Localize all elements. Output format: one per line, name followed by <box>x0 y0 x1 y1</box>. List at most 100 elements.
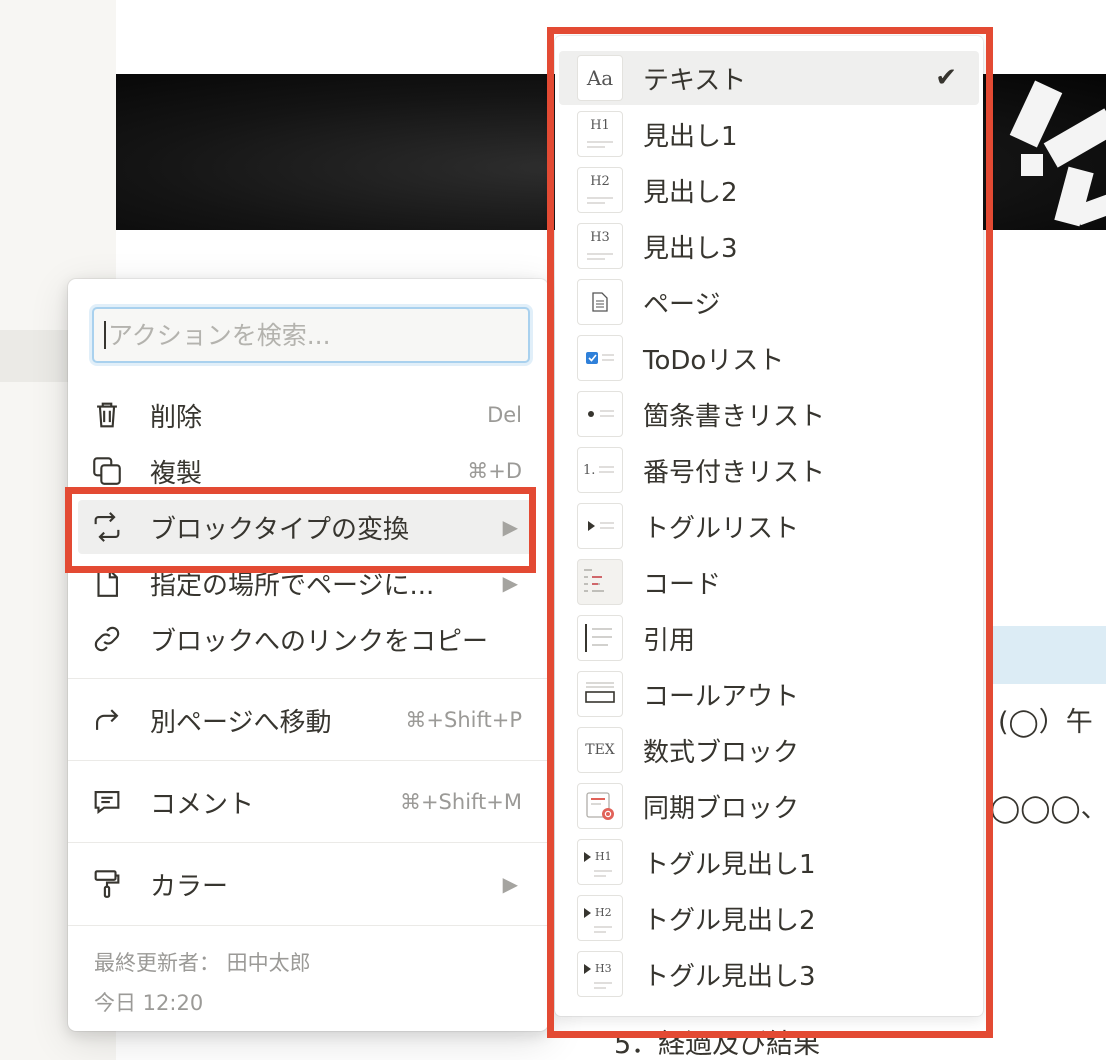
comment-label: コメント <box>150 789 255 820</box>
heading-2-icon: H2 <box>577 167 623 213</box>
block-type-label: 見出し1 <box>643 121 738 152</box>
action-search-box[interactable] <box>92 307 530 363</box>
trash-icon <box>90 388 136 442</box>
block-type-todo[interactable]: ToDoリスト <box>559 331 979 385</box>
action-search-input[interactable] <box>107 320 528 350</box>
highlighted-block <box>990 626 1106 684</box>
comment-menu-item[interactable]: コメント ⌘+Shift+M <box>78 775 536 829</box>
submenu-arrow-icon: ▶ <box>502 571 518 595</box>
block-type-label: 同期ブロック <box>643 793 800 824</box>
submenu-arrow-icon: ▶ <box>502 515 518 539</box>
callout-icon <box>577 671 623 717</box>
block-type-label: 箇条書きリスト <box>643 401 826 432</box>
toggle-triangle-icon <box>584 852 591 862</box>
block-type-bulleted-list[interactable]: 箇条書きリスト <box>559 387 979 441</box>
block-type-page[interactable]: ページ <box>559 275 979 329</box>
duplicate-shortcut: ⌘+D <box>467 459 522 483</box>
heading-3-icon: H3 <box>577 223 623 269</box>
delete-menu-item[interactable]: 削除 Del <box>78 388 536 442</box>
page-text-line-2: ◯◯◯、 <box>990 793 1106 824</box>
move-to-icon <box>90 693 136 747</box>
menu-divider <box>68 678 548 679</box>
move-to-shortcut: ⌘+Shift+P <box>405 708 522 732</box>
block-type-quote[interactable]: 引用 <box>559 611 979 665</box>
toggle-heading-1-icon: H1 <box>577 839 623 885</box>
block-action-menu: 削除 Del 複製 ⌘+D ブロックタイプの変換 ▶ 指定 <box>68 279 548 1031</box>
block-type-label: 見出し3 <box>643 233 738 264</box>
block-type-label: トグルリスト <box>643 513 800 544</box>
block-type-toggle-heading-3[interactable]: H3 トグル見出し3 <box>559 947 979 1001</box>
block-type-heading-1[interactable]: H1 見出し1 <box>559 107 979 161</box>
page-icon <box>90 556 136 610</box>
toggle-triangle-icon <box>584 964 591 974</box>
block-type-text[interactable]: Aa テキスト ✔ <box>559 51 979 105</box>
block-type-heading-2[interactable]: H2 見出し2 <box>559 163 979 217</box>
icon-text: H2 <box>595 906 612 919</box>
block-type-toggle-heading-2[interactable]: H2 トグル見出し2 <box>559 891 979 945</box>
page-text-line-1: (◯）午 <box>998 707 1093 738</box>
block-type-label: 番号付きリスト <box>643 457 826 488</box>
block-type-label: トグル見出し3 <box>643 961 816 992</box>
block-type-callout[interactable]: コールアウト <box>559 667 979 721</box>
duplicate-label: 複製 <box>150 458 203 489</box>
block-type-label: 引用 <box>643 625 696 656</box>
block-type-label: コード <box>643 569 722 600</box>
last-edited-by: 最終更新者： 田中太郎 <box>94 951 311 975</box>
block-type-code[interactable]: コード <box>559 555 979 609</box>
duplicate-menu-item[interactable]: 複製 ⌘+D <box>78 444 536 498</box>
text-type-icon: Aa <box>577 55 623 101</box>
comment-icon <box>90 775 136 829</box>
block-type-label: 見出し2 <box>643 177 738 208</box>
paint-roller-icon <box>90 857 136 911</box>
delete-shortcut: Del <box>487 403 522 427</box>
block-type-synced[interactable]: 同期ブロック <box>559 779 979 833</box>
comment-shortcut: ⌘+Shift+M <box>399 790 522 814</box>
heading-1-icon: H1 <box>577 111 623 157</box>
heading-lines <box>594 982 612 989</box>
move-to-menu-item[interactable]: 別ページへ移動 ⌘+Shift+P <box>78 693 536 747</box>
color-menu-item[interactable]: カラー ▶ <box>78 857 536 911</box>
check-icon: ✔ <box>935 63 957 93</box>
block-type-submenu: Aa テキスト ✔ H1 見出し1 H2 見出し2 H3 見出し3 ページ To… <box>555 36 983 1016</box>
duplicate-icon <box>90 444 136 498</box>
link-icon <box>90 612 136 666</box>
copy-link-menu-item[interactable]: ブロックへのリンクをコピー <box>78 612 536 666</box>
menu-divider <box>68 925 548 926</box>
turn-into-label: ブロックタイプの変換 <box>150 514 409 545</box>
turn-into-page-label: 指定の場所でページに... <box>150 570 435 601</box>
turn-into-icon <box>90 500 136 554</box>
copy-link-label: ブロックへのリンクをコピー <box>150 626 489 657</box>
block-type-label: ToDoリスト <box>643 345 785 376</box>
turn-into-menu-item[interactable]: ブロックタイプの変換 ▶ <box>78 500 536 554</box>
icon-text: H2 <box>590 174 610 189</box>
submenu-arrow-icon: ▶ <box>502 872 518 896</box>
checkbox-icon <box>577 335 623 381</box>
code-icon <box>577 559 623 605</box>
heading-lines <box>587 253 613 260</box>
delete-label: 削除 <box>150 402 203 433</box>
toggle-heading-2-icon: H2 <box>577 895 623 941</box>
last-edited-time: 今日 12:20 <box>94 991 204 1015</box>
heading-lines <box>587 141 613 148</box>
text-caret <box>104 321 106 349</box>
block-type-toggle-list[interactable]: トグルリスト <box>559 499 979 553</box>
numbered-list-icon: 1. <box>577 447 623 493</box>
icon-text: H3 <box>595 962 612 975</box>
icon-text: H1 <box>590 118 610 133</box>
icon-text: 1. <box>583 462 596 478</box>
color-label: カラー <box>150 871 229 902</box>
block-type-label: トグル見出し1 <box>643 849 816 880</box>
heading-lines <box>594 926 612 933</box>
block-type-label: ページ <box>643 289 721 320</box>
block-type-label: コールアウト <box>643 681 800 712</box>
block-type-equation[interactable]: TEX 数式ブロック <box>559 723 979 777</box>
block-type-heading-3[interactable]: H3 見出し3 <box>559 219 979 273</box>
block-type-toggle-heading-1[interactable]: H1 トグル見出し1 <box>559 835 979 889</box>
page-icon <box>577 279 623 325</box>
toggle-triangle-icon <box>577 503 623 549</box>
turn-into-page-menu-item[interactable]: 指定の場所でページに... ▶ <box>78 556 536 610</box>
toggle-triangle-icon <box>584 908 591 918</box>
block-type-numbered-list[interactable]: 1. 番号付きリスト <box>559 443 979 497</box>
move-to-label: 別ページへ移動 <box>150 707 332 738</box>
bullet-list-icon <box>577 391 623 437</box>
